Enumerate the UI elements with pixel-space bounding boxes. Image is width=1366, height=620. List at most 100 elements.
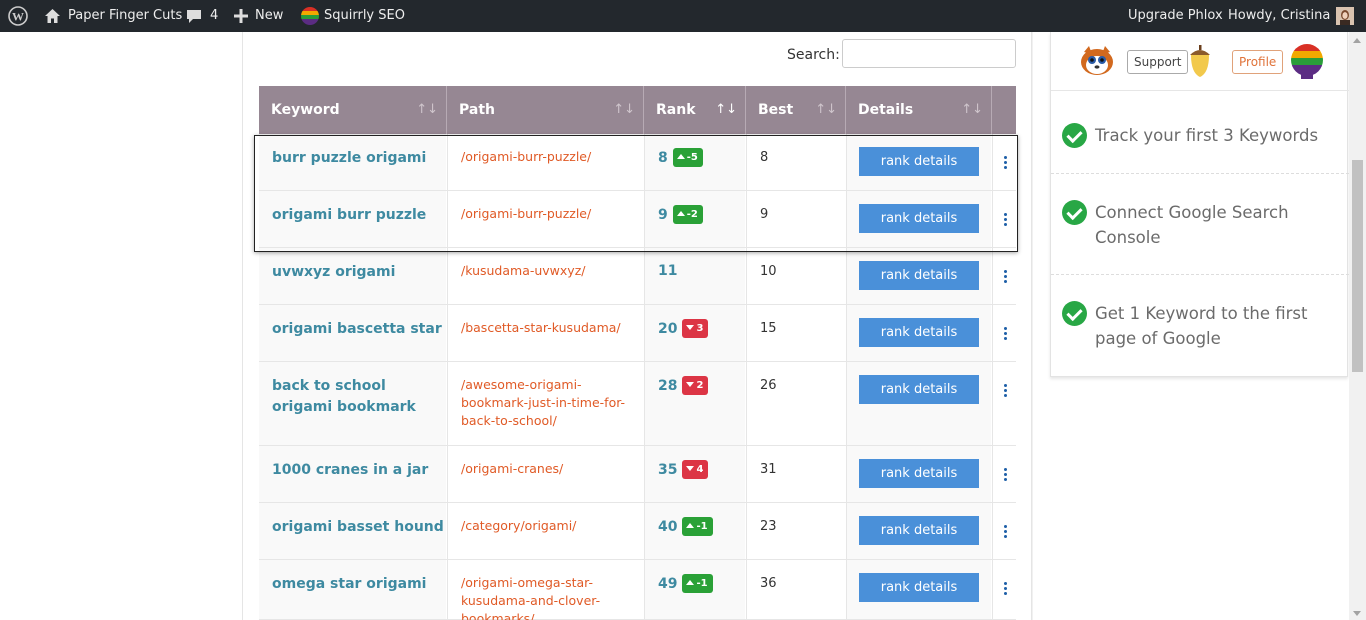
best-cell: 15	[746, 305, 845, 361]
comments-link[interactable]: 4	[186, 0, 218, 32]
rank-change-badge: 2	[682, 376, 709, 395]
menu-cell	[992, 503, 1016, 559]
menu-cell	[992, 248, 1016, 304]
best-value: 8	[760, 150, 769, 165]
keyword-link[interactable]: burr puzzle origami	[272, 148, 446, 169]
task-label: Connect Google Search Console	[1095, 203, 1289, 247]
rank-change-value: -1	[696, 521, 708, 532]
best-value: 26	[760, 378, 777, 393]
details-cell: rank details	[846, 305, 991, 361]
keyword-cell: back to school origami bookmark	[259, 362, 446, 445]
rank-change-badge: -2	[672, 205, 703, 224]
keyword-link[interactable]: back to school origami bookmark	[272, 376, 446, 418]
kebab-menu-icon[interactable]	[1004, 213, 1008, 228]
rank-details-button[interactable]: rank details	[859, 204, 979, 233]
path-cell: /origami-omega-star-kusudama-and-clover-…	[447, 560, 643, 620]
kebab-menu-icon[interactable]	[1004, 582, 1008, 597]
scrollbar-thumb[interactable]	[1352, 160, 1363, 372]
col-keyword-label: Keyword	[271, 102, 340, 118]
keyword-link[interactable]: 1000 cranes in a jar	[272, 460, 446, 481]
profile-button[interactable]: Profile	[1232, 50, 1284, 74]
table-row: burr puzzle origami/origami-burr-puzzle/…	[259, 134, 1016, 191]
rank-details-button[interactable]: rank details	[859, 459, 979, 488]
path-link[interactable]: /awesome-origami-bookmark-just-in-time-f…	[461, 376, 633, 430]
rank-details-button[interactable]: rank details	[859, 573, 979, 602]
details-cell: rank details	[846, 191, 991, 247]
keyword-link[interactable]: uvwxyz origami	[272, 262, 446, 283]
admin-sidebar	[0, 32, 242, 620]
path-link[interactable]: /category/origami/	[461, 517, 633, 535]
col-keyword-header[interactable]: Keyword ↑↓	[259, 86, 447, 134]
new-content-link[interactable]: New	[234, 0, 283, 32]
page-scrollbar[interactable]	[1349, 32, 1366, 620]
rank-details-button[interactable]: rank details	[859, 375, 979, 404]
best-cell: 23	[746, 503, 845, 559]
profile-avatar-icon[interactable]	[1289, 42, 1325, 85]
col-rank-header[interactable]: Rank ↑↓	[644, 86, 746, 134]
keyword-link[interactable]: origami basset hound	[272, 517, 446, 538]
keyword-cell: 1000 cranes in a jar	[259, 446, 446, 502]
table-header: Keyword ↑↓ Path ↑↓ Rank ↑↓ Best ↑↓ Details ↑↓	[259, 86, 1016, 134]
support-button[interactable]: Support	[1127, 50, 1189, 74]
path-link[interactable]: /origami-omega-star-kusudama-and-clover-…	[461, 574, 633, 620]
kebab-menu-icon[interactable]	[1004, 270, 1008, 285]
path-link[interactable]: /origami-cranes/	[461, 460, 633, 478]
arrow-up-icon	[686, 579, 695, 585]
svg-text:W: W	[12, 10, 24, 24]
task-item: Connect Google Search Console	[1051, 174, 1349, 275]
best-value: 36	[760, 576, 777, 591]
path-link[interactable]: /origami-burr-puzzle/	[461, 148, 633, 166]
admin-bar: W Paper Finger Cuts 4 New Squirrly SEO U…	[0, 0, 1366, 32]
keyword-link[interactable]: origami bascetta star	[272, 319, 446, 340]
rank-details-button[interactable]: rank details	[859, 318, 979, 347]
scroll-up-icon[interactable]	[1353, 38, 1361, 43]
best-value: 15	[760, 321, 777, 336]
keyword-link[interactable]: origami burr puzzle	[272, 205, 446, 226]
path-link[interactable]: /bascetta-star-kusudama/	[461, 319, 633, 337]
path-cell: /awesome-origami-bookmark-just-in-time-f…	[447, 362, 643, 445]
site-name-label: Paper Finger Cuts	[68, 8, 183, 23]
upgrade-link[interactable]: Upgrade Phlox	[1128, 0, 1223, 32]
kebab-menu-icon[interactable]	[1004, 156, 1008, 171]
best-cell: 31	[746, 446, 845, 502]
menu-cell	[992, 191, 1016, 247]
sort-icon: ↑↓	[416, 102, 438, 117]
squirrel-mascot-icon	[1079, 44, 1115, 81]
acorn-icon	[1187, 43, 1213, 84]
col-menu-header	[992, 86, 1016, 134]
kebab-menu-icon[interactable]	[1004, 384, 1008, 399]
table-row: origami basset hound/category/origami/40…	[259, 503, 1016, 560]
arrow-up-icon	[676, 153, 685, 159]
search-input[interactable]	[842, 39, 1016, 68]
search-label: Search:	[787, 47, 840, 63]
path-cell: /origami-burr-puzzle/	[447, 134, 643, 190]
keyword-link[interactable]: omega star origami	[272, 574, 446, 595]
kebab-menu-icon[interactable]	[1004, 525, 1008, 540]
wordpress-logo-icon[interactable]: W	[8, 0, 28, 32]
keyword-cell: burr puzzle origami	[259, 134, 446, 190]
path-cell: /origami-burr-puzzle/	[447, 191, 643, 247]
rank-value: 40	[658, 518, 678, 535]
squirrly-seo-link[interactable]: Squirrly SEO	[300, 0, 405, 32]
path-link[interactable]: /kusudama-uvwxyz/	[461, 262, 633, 280]
account-menu[interactable]: Howdy, Cristina	[1228, 0, 1355, 32]
rank-details-button[interactable]: rank details	[859, 147, 979, 176]
col-details-header[interactable]: Details ↑↓	[846, 86, 992, 134]
upgrade-label: Upgrade Phlox	[1128, 8, 1223, 23]
avatar	[1336, 7, 1355, 25]
details-cell: rank details	[846, 503, 991, 559]
sort-icon: ↑↓	[961, 102, 983, 117]
best-cell: 8	[746, 134, 845, 190]
rank-details-button[interactable]: rank details	[859, 261, 979, 290]
col-path-header[interactable]: Path ↑↓	[447, 86, 644, 134]
scroll-down-icon[interactable]	[1353, 611, 1361, 616]
rank-value: 35	[658, 461, 678, 478]
rank-details-button[interactable]: rank details	[859, 516, 979, 545]
path-link[interactable]: /origami-burr-puzzle/	[461, 205, 633, 223]
keyword-cell: uvwxyz origami	[259, 248, 446, 304]
kebab-menu-icon[interactable]	[1004, 327, 1008, 342]
path-cell: /bascetta-star-kusudama/	[447, 305, 643, 361]
site-name-link[interactable]: Paper Finger Cuts	[44, 0, 182, 32]
col-best-header[interactable]: Best ↑↓	[746, 86, 846, 134]
kebab-menu-icon[interactable]	[1004, 468, 1008, 483]
